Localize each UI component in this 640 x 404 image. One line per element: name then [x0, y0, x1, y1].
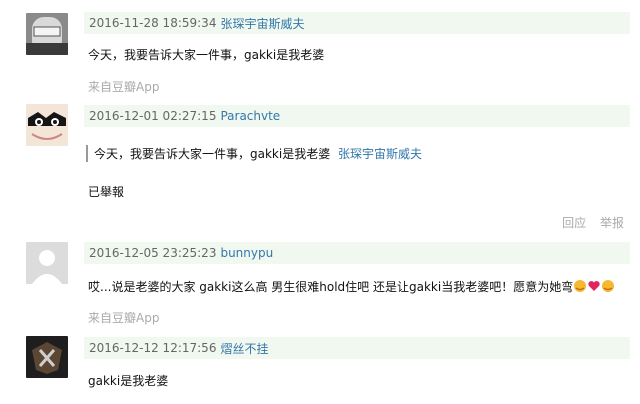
avatar[interactable] [26, 336, 68, 378]
comment-username[interactable]: bunnypu [220, 246, 273, 260]
heart-icon [587, 279, 601, 296]
comment-username[interactable]: 熠丝不挂 [220, 340, 268, 357]
reply-link[interactable]: 回应 [562, 216, 586, 230]
bowing-emoji-icon [601, 279, 615, 296]
comment-time: 2016-12-12 12:17:56 [89, 341, 217, 355]
comment-text: 哎...说是老婆的大家 gakki这么高 男生很难hold住吧 还是让gakki… [88, 280, 574, 294]
comment-meta: 2016-11-28 18:59:34 张琛宇宙斯威夫 [84, 12, 630, 34]
comment-time: 2016-11-28 18:59:34 [89, 16, 217, 30]
comment-meta: 2016-12-05 23:25:23 bunnypu [84, 242, 630, 264]
comment-time: 2016-12-01 02:27:15 [89, 109, 217, 123]
comment-username[interactable]: Parachvte [220, 109, 280, 123]
avatar[interactable] [26, 104, 68, 146]
comment-text-line: 哎...说是老婆的大家 gakki这么高 男生很难hold住吧 还是让gakki… [88, 278, 615, 296]
comment-meta: 2016-12-12 12:17:56 熠丝不挂 [84, 337, 630, 359]
quoted-text: 今天，我要告诉大家一件事，gakki是我老婆 [94, 147, 331, 161]
comment-source: 来自豆瓣App [88, 80, 160, 94]
quoted-comment: 今天，我要告诉大家一件事，gakki是我老婆 张琛宇宙斯威夫 [86, 145, 422, 162]
comment-meta: 2016-12-01 02:27:15 Parachvte [84, 105, 630, 127]
comment-text: 已舉報 [88, 185, 125, 199]
avatar[interactable] [26, 13, 68, 55]
comment-actions: 回应 举报 [552, 214, 624, 231]
bowing-emoji-icon [573, 279, 587, 296]
comment-time: 2016-12-05 23:25:23 [89, 246, 217, 260]
comment-source: 来自豆瓣App [88, 311, 160, 325]
comment-text: 今天，我要告诉大家一件事，gakki是我老婆 [88, 48, 325, 62]
comment-text: gakki是我老婆 [88, 374, 169, 388]
comment-username[interactable]: 张琛宇宙斯威夫 [220, 15, 304, 32]
avatar[interactable] [26, 242, 68, 284]
quoted-username[interactable]: 张琛宇宙斯威夫 [338, 147, 422, 161]
report-link[interactable]: 举报 [600, 216, 624, 230]
